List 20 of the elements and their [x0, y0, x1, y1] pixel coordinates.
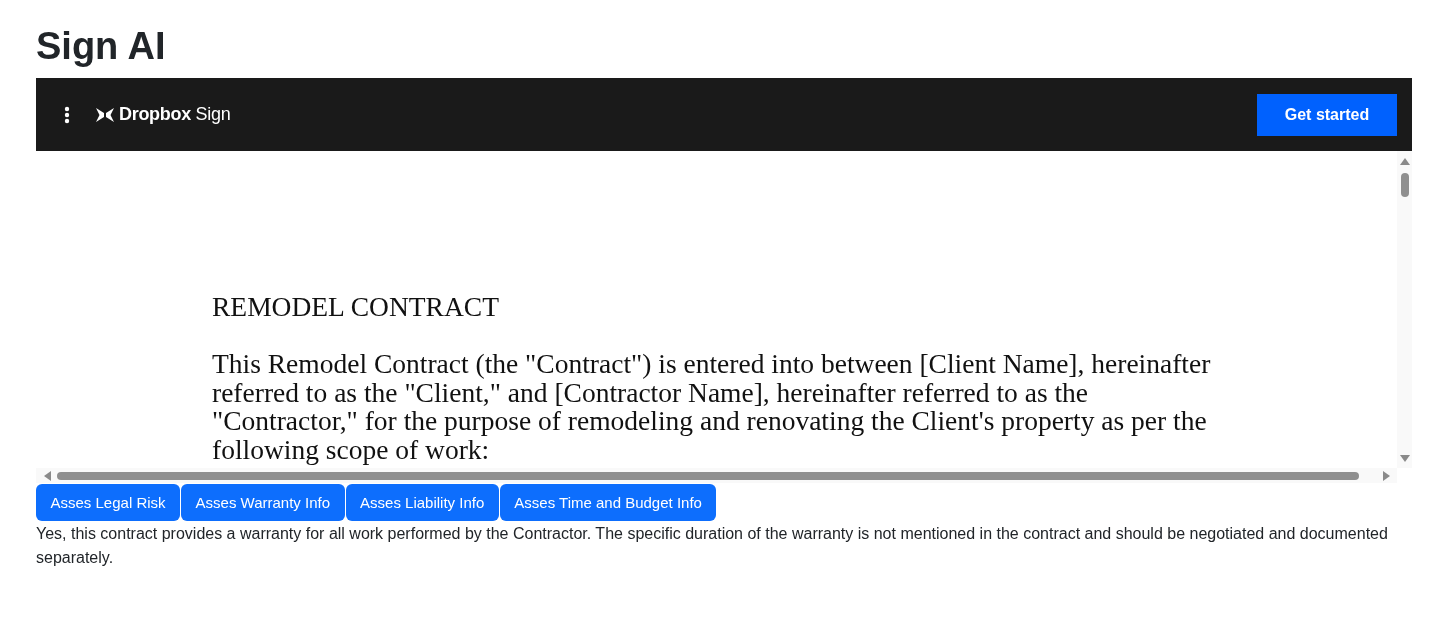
action-button[interactable]: Asses Warranty Info — [181, 484, 345, 521]
document-paragraph: This Remodel Contract (the "Contract") is entered into between [Client Name], hereinafter referred to as the "Client," and [Contractor Name], hereinafter referred to as the "Contractor," for the purpose of remodeling and renovating the Client's property as per the following scope of work: — [212, 350, 1212, 464]
page-title: Sign AI — [36, 24, 167, 69]
kebab-menu-icon[interactable] — [64, 105, 70, 124]
horizontal-scrollbar[interactable] — [36, 468, 1397, 483]
scrollbar-thumb[interactable] — [57, 471, 1359, 480]
scroll-down-arrow-icon[interactable] — [1399, 455, 1410, 462]
vertical-scrollbar[interactable] — [1397, 151, 1412, 468]
bowtie-logo-icon — [96, 107, 114, 122]
answer-text: Yes, this contract provides a warranty for all work performed by the Contractor. The specific duration of the warranty is not mentioned in the contract and should be negotiated and documented separately. — [36, 524, 1389, 568]
scrollbar-thumb[interactable] — [1400, 173, 1409, 197]
scroll-left-arrow-icon[interactable] — [44, 470, 51, 481]
get-started-button[interactable]: Get started — [1257, 93, 1397, 136]
logo-text: Dropbox Sign — [119, 104, 231, 125]
document-heading: REMODEL CONTRACT — [212, 292, 499, 322]
action-button[interactable]: Asses Liability Info — [345, 484, 499, 521]
scroll-up-arrow-icon[interactable] — [1399, 158, 1410, 165]
scroll-right-arrow-icon[interactable] — [1383, 470, 1390, 481]
action-button[interactable]: Asses Legal Risk — [36, 484, 181, 521]
action-button[interactable]: Asses Time and Budget Info — [499, 484, 717, 521]
